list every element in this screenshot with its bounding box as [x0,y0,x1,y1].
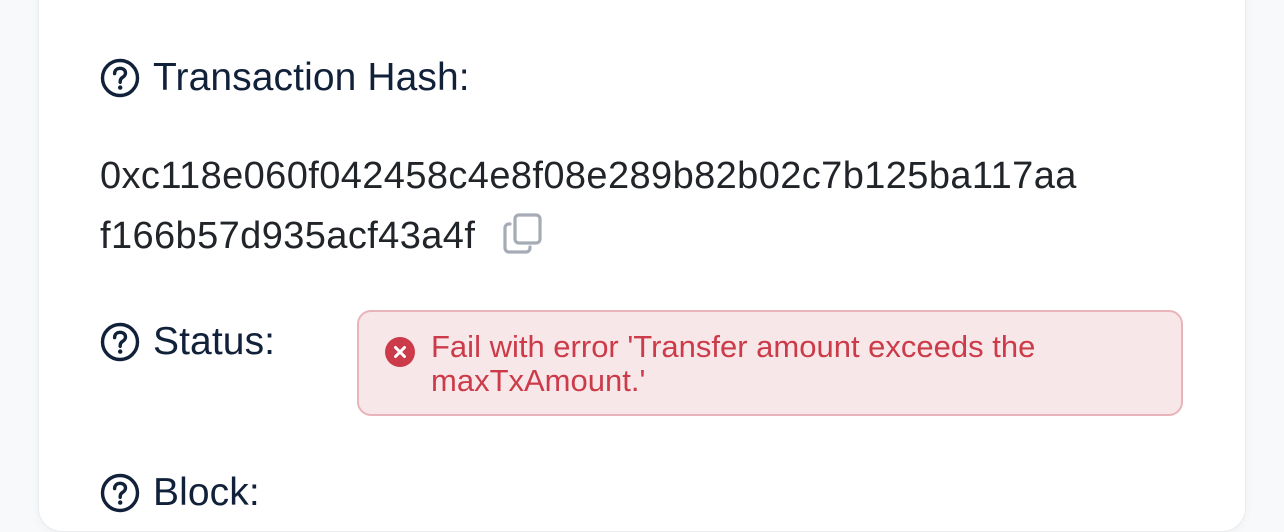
block-label-row: Block: [100,471,260,515]
transaction-hash-label-row: Transaction Hash: [100,56,470,100]
status-label-row: Status: [100,320,275,364]
question-circle-icon[interactable] [100,322,140,362]
transaction-hash-label: Transaction Hash: [153,56,470,99]
question-circle-icon[interactable] [100,58,140,98]
status-badge: Fail with error 'Transfer amount exceeds… [357,310,1183,416]
status-message: Fail with error 'Transfer amount exceeds… [431,329,1036,398]
transaction-hash-value: 0xc118e060f042458c4e8f08e289b82b02c7b125… [100,146,1190,266]
block-label: Block: [153,471,260,514]
status-label: Status: [153,320,276,363]
question-circle-icon[interactable] [100,473,140,513]
copy-icon[interactable] [501,212,545,256]
transaction-hash-line-1: 0xc118e060f042458c4e8f08e289b82b02c7b125… [100,155,1077,197]
transaction-hash-line-2: f166b57d935acf43a4f [100,215,476,257]
x-circle-icon [385,337,415,367]
transaction-hash-line-2-row: f166b57d935acf43a4f [100,206,1190,266]
